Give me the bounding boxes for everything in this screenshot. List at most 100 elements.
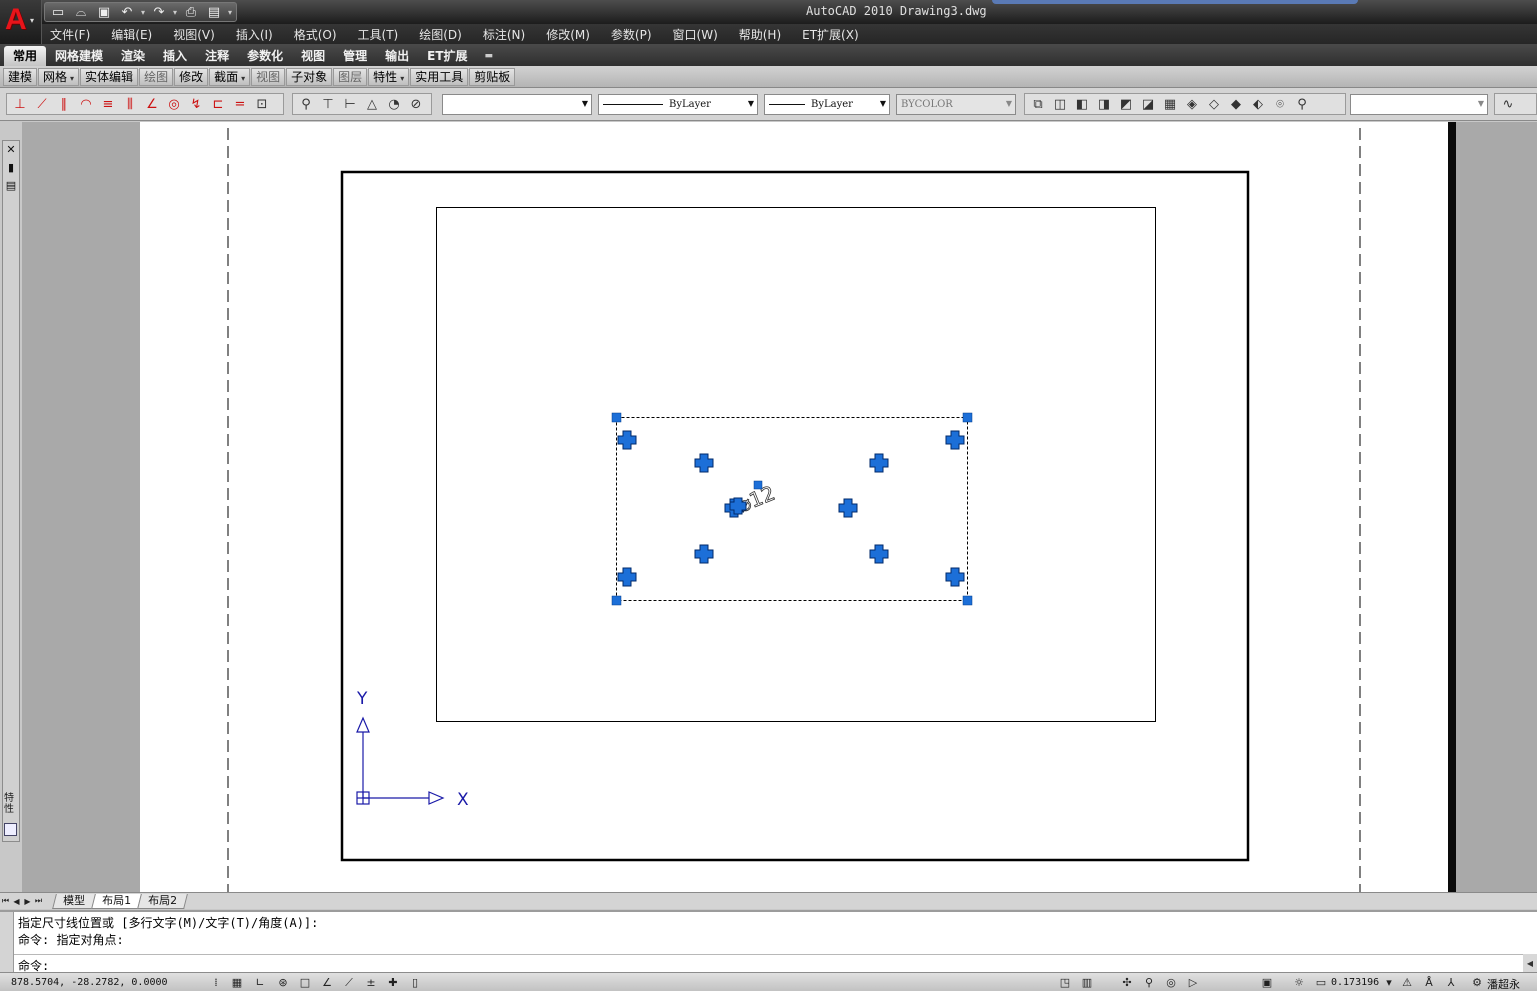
grip-cross[interactable]	[945, 567, 965, 587]
snap-mode-icon[interactable]: ⁞	[207, 974, 225, 991]
menu-dimension[interactable]: 标注(N)	[483, 26, 525, 43]
object-snap-icon[interactable]: □	[296, 974, 314, 991]
tab-view[interactable]: 视图	[292, 46, 334, 66]
ribbon-minimize-icon[interactable]: ▬	[485, 46, 494, 66]
dim-continue-icon[interactable]: ⊏	[207, 94, 229, 114]
dim-linear-icon[interactable]: ⊥	[9, 94, 31, 114]
view-back-icon[interactable]: ▦	[1159, 94, 1181, 114]
paper-model-icon[interactable]: ◳	[1056, 974, 1074, 991]
object-snap-tracking-icon[interactable]: ∠	[318, 974, 336, 991]
menu-edit[interactable]: 编辑(E)	[111, 26, 152, 43]
view-combo[interactable]: ▼	[1350, 94, 1488, 115]
panel-section[interactable]: 截面 ▾	[209, 67, 251, 86]
drawing-frame[interactable]	[340, 170, 1250, 862]
grip-square[interactable]	[611, 412, 622, 423]
view-bottom-icon[interactable]: ◧	[1071, 94, 1093, 114]
constraint-angle-icon[interactable]: △	[361, 94, 383, 114]
selected-rectangle[interactable]	[616, 417, 968, 601]
tab-parametric[interactable]: 参数化	[238, 46, 292, 66]
view-top-icon[interactable]: ◫	[1049, 94, 1071, 114]
tab-render[interactable]: 渲染	[112, 46, 154, 66]
last-tab-icon[interactable]: ⏭	[33, 894, 44, 908]
command-scroll-icon[interactable]: ◀	[1523, 954, 1537, 973]
menu-parametric[interactable]: 参数(P)	[611, 26, 652, 43]
next-tab-icon[interactable]: ▶	[22, 894, 33, 908]
grip-cross[interactable]	[694, 544, 714, 564]
new-icon[interactable]: ▭	[47, 3, 69, 21]
grip-square[interactable]	[962, 595, 973, 606]
lineweight-combo[interactable]: ByLayer ▼	[764, 94, 890, 115]
showmotion-icon[interactable]: ▷	[1184, 974, 1202, 991]
view-nw-iso-icon[interactable]: ⬖	[1247, 94, 1269, 114]
view-sw-iso-icon[interactable]: ◈	[1181, 94, 1203, 114]
corner-grips[interactable]	[611, 412, 973, 606]
camera-icon[interactable]: ⌾	[1269, 94, 1291, 114]
panel-mesh[interactable]: 网格 ▾	[38, 67, 80, 86]
publish-icon[interactable]: ▤	[203, 3, 225, 21]
grip-square[interactable]	[611, 595, 622, 606]
panel-properties[interactable]: 特性 ▾	[368, 67, 410, 86]
menu-help[interactable]: 帮助(H)	[739, 26, 781, 43]
palette-icon[interactable]	[4, 823, 17, 836]
panel-modify[interactable]: 修改	[174, 67, 209, 86]
command-window-grip[interactable]	[0, 912, 14, 974]
workspace-gear-icon[interactable]: ⚙	[1468, 974, 1486, 991]
open-icon[interactable]: ⌓	[70, 3, 92, 21]
save-icon[interactable]: ▣	[93, 3, 115, 21]
grip-cross[interactable]	[617, 430, 637, 450]
panel-modeling[interactable]: 建模	[3, 67, 38, 86]
undo-dropdown-icon[interactable]: ▾	[139, 8, 147, 17]
undo-icon[interactable]: ↶	[116, 3, 138, 21]
ortho-mode-icon[interactable]: ∟	[251, 974, 269, 991]
constraint-horizontal-icon[interactable]: ⊤	[317, 94, 339, 114]
named-views-icon[interactable]: ⧉	[1027, 94, 1049, 114]
grip-square[interactable]	[962, 412, 973, 423]
viewport-scale-icon[interactable]: ▭	[1312, 974, 1330, 991]
lock-icon[interactable]: ⊡	[251, 94, 273, 114]
polar-tracking-icon[interactable]: ⊛	[274, 974, 292, 991]
cursor-coordinates[interactable]: 878.5704, -28.2782, 0.0000	[11, 977, 168, 988]
menu-window[interactable]: 窗口(W)	[673, 26, 718, 43]
chevron-down-icon[interactable]: ▾	[1380, 974, 1398, 991]
dynamic-ucs-icon[interactable]: ⟋	[340, 974, 358, 991]
view-se-iso-icon[interactable]: ◇	[1203, 94, 1225, 114]
circle-grips[interactable]	[617, 430, 965, 587]
command-input[interactable]: 命令:	[14, 954, 1523, 973]
drawing-canvas[interactable]: ⌀12 Y X	[22, 122, 1537, 892]
tab-insert[interactable]: 插入	[154, 46, 196, 66]
plot-icon[interactable]: ⎙	[180, 3, 202, 21]
steering-wheel-icon[interactable]: ◎	[1162, 974, 1180, 991]
redo-icon[interactable]: ↷	[148, 3, 170, 21]
grip-cross[interactable]	[869, 544, 889, 564]
panel-clipboard[interactable]: 剪贴板	[469, 67, 516, 86]
view-left-icon[interactable]: ◨	[1093, 94, 1115, 114]
panel-layers[interactable]: 图层	[333, 67, 368, 86]
grip-cross[interactable]	[617, 567, 637, 587]
autohide-icon[interactable]: ▮	[3, 159, 19, 175]
constraint-fix-icon[interactable]: ⚲	[295, 94, 317, 114]
dim-ordinate-icon[interactable]: ≡	[97, 94, 119, 114]
menu-view[interactable]: 视图(V)	[173, 26, 215, 43]
close-icon[interactable]: ✕	[3, 141, 19, 157]
prev-tab-icon[interactable]: ◀	[11, 894, 22, 908]
dynamic-input-icon[interactable]: ±	[362, 974, 380, 991]
tab-layout1[interactable]: 布局1	[91, 893, 142, 909]
plotstyle-combo[interactable]: BYCOLOR ▼	[896, 94, 1016, 115]
tab-layout2[interactable]: 布局2	[137, 893, 188, 909]
constraint-vertical-icon[interactable]: ⊢	[339, 94, 361, 114]
panel-draw[interactable]: 绘图	[139, 67, 174, 86]
redo-dropdown-icon[interactable]: ▾	[171, 8, 179, 17]
quick-properties-icon[interactable]: ▯	[406, 974, 424, 991]
tab-et-express[interactable]: ET扩展	[418, 46, 476, 66]
menu-modify[interactable]: 修改(M)	[546, 26, 590, 43]
pan-icon[interactable]: ✣	[1118, 974, 1136, 991]
menu-et-express[interactable]: ET扩展(X)	[802, 26, 859, 43]
properties-icon[interactable]: ▤	[3, 177, 19, 193]
panel-view[interactable]: 视图	[251, 67, 286, 86]
panel-solid-editing[interactable]: 实体编辑	[80, 67, 139, 86]
annotation-visibility-icon[interactable]: Å	[1420, 974, 1438, 991]
tab-mesh-modeling[interactable]: 网格建模	[46, 46, 112, 66]
constraint-diameter-icon[interactable]: ⊘	[405, 94, 427, 114]
viewport-border[interactable]	[436, 207, 1156, 722]
menu-draw[interactable]: 绘图(D)	[419, 26, 462, 43]
